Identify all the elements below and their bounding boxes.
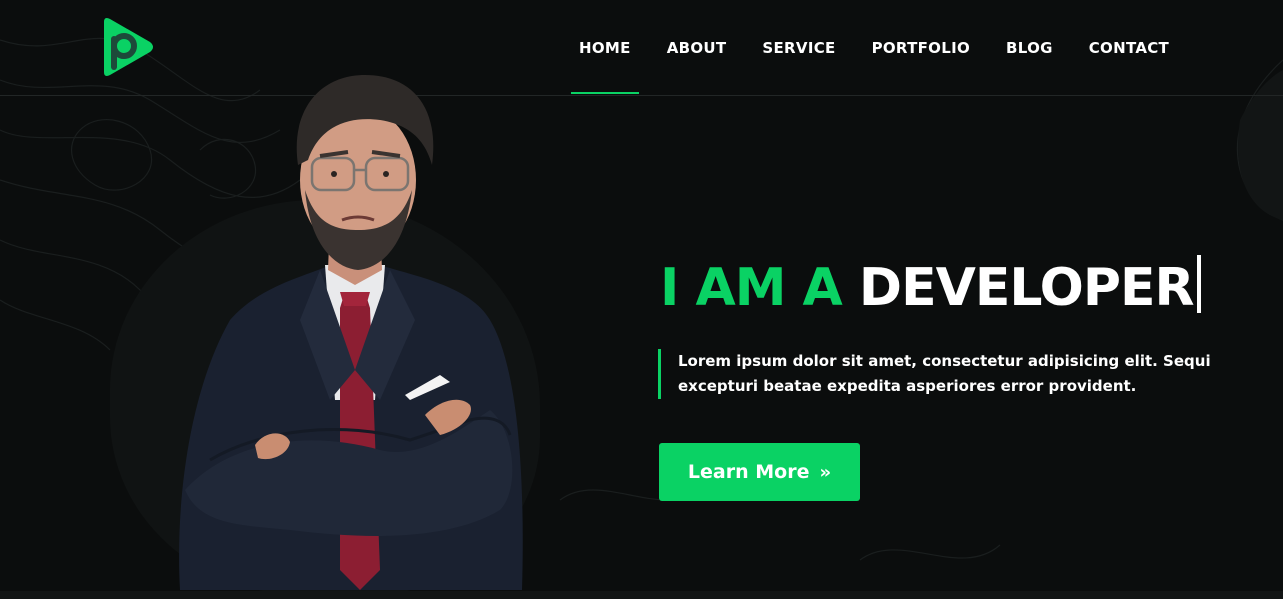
main-nav: HOME ABOUT SERVICE PORTFOLIO BLOG CONTAC… [561,0,1187,96]
page: HOME ABOUT SERVICE PORTFOLIO BLOG CONTAC… [0,0,1283,599]
nav-item-blog[interactable]: BLOG [988,0,1071,96]
double-chevron-right-icon: » [819,461,832,483]
nav-item-about[interactable]: ABOUT [649,0,745,96]
nav-item-portfolio[interactable]: PORTFOLIO [854,0,988,96]
headline-prefix: I AM A [660,258,843,318]
learn-more-button[interactable]: Learn More » [659,443,860,501]
typing-cursor [1196,255,1201,313]
nav-item-home[interactable]: HOME [561,0,649,96]
hero-description: Lorem ipsum dolor sit amet, consectetur … [658,349,1218,399]
hero-headline-block: I AM A DEVELOPER [660,255,1260,320]
logo-play-p-icon[interactable] [98,16,156,78]
hero-headline: I AM A DEVELOPER [660,255,1260,320]
section-divider [0,591,1283,599]
headline-role: DEVELOPER [858,258,1195,318]
nav-item-service[interactable]: SERVICE [744,0,853,96]
nav-item-contact[interactable]: CONTACT [1071,0,1187,96]
developer-portrait-image [179,75,523,590]
learn-more-label: Learn More [687,461,810,483]
